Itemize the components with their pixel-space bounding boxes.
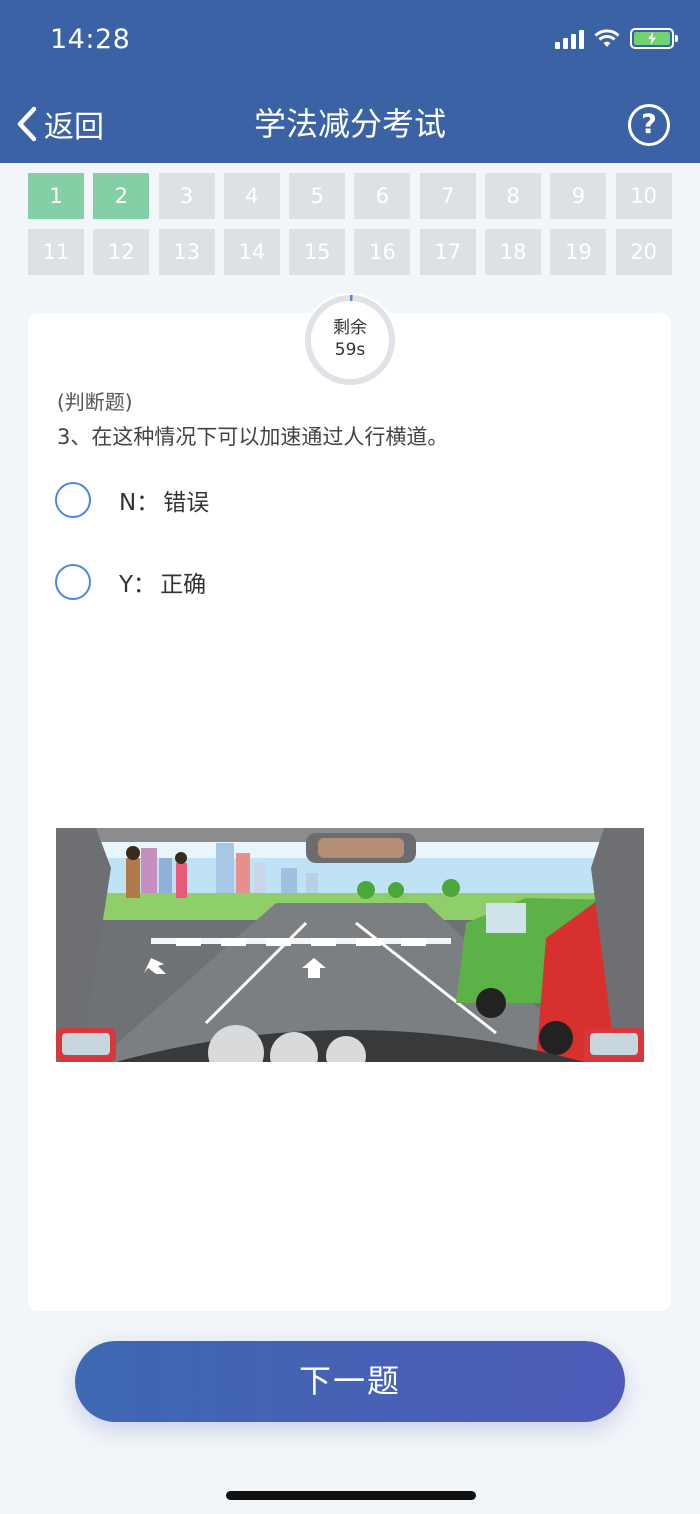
- question-number-7[interactable]: 7: [419, 173, 476, 219]
- radio-button[interactable]: [55, 482, 91, 518]
- wifi-icon: [594, 28, 620, 47]
- battery-charging-icon: [630, 28, 678, 49]
- question-text: 3、在这种情况下可以加速通过人行横道。: [57, 425, 449, 449]
- question-number-8[interactable]: 8: [485, 173, 542, 219]
- question-number-2[interactable]: 2: [93, 173, 150, 219]
- question-number-12[interactable]: 12: [93, 229, 150, 275]
- option-key: Y：: [119, 572, 157, 598]
- question-number-18[interactable]: 18: [485, 229, 542, 275]
- question-number-3[interactable]: 3: [158, 173, 215, 219]
- question-number-6[interactable]: 6: [354, 173, 411, 219]
- status-time: 14:28: [50, 24, 131, 55]
- question-number-20[interactable]: 20: [615, 229, 672, 275]
- page-title: 学法减分考试: [253, 105, 446, 143]
- question-navigator: 1 2 3 4 5 6 7 8 9 10 11 12 13 14 15 16 17 18 19 20: [28, 173, 672, 275]
- next-question-button[interactable]: 下一题: [75, 1341, 625, 1422]
- home-indicator: [226, 1491, 476, 1500]
- question-number-13[interactable]: 13: [158, 229, 215, 275]
- question-number-16[interactable]: 16: [354, 229, 411, 275]
- timer-label: 剩余: [333, 318, 367, 338]
- option-y[interactable]: Y： 正确: [55, 564, 206, 600]
- question-image: [56, 828, 644, 1062]
- option-label: 错误: [163, 490, 210, 516]
- option-n[interactable]: N： 错误: [55, 482, 209, 518]
- question-number-10[interactable]: 10: [615, 173, 672, 219]
- question-number-5[interactable]: 5: [289, 173, 346, 219]
- question-number-1[interactable]: 1: [28, 173, 84, 219]
- back-button[interactable]: 返回: [16, 95, 104, 153]
- cellular-signal-icon: [555, 29, 584, 49]
- option-key: N：: [119, 490, 160, 516]
- status-icons: [555, 28, 678, 49]
- question-number-11[interactable]: 11: [28, 229, 84, 275]
- question-type: (判断题): [57, 390, 133, 414]
- app-header: 14:28 返回 学法减分考试 ?: [0, 0, 700, 163]
- radio-button[interactable]: [55, 564, 91, 600]
- help-button[interactable]: ?: [628, 104, 670, 146]
- nav-bar: 返回 学法减分考试 ?: [0, 95, 700, 153]
- option-label: 正确: [160, 572, 207, 598]
- timer-value: 59s: [334, 340, 366, 360]
- question-number-15[interactable]: 15: [289, 229, 346, 275]
- question-number-4[interactable]: 4: [223, 173, 280, 219]
- question-card: [28, 313, 671, 1311]
- question-number-17[interactable]: 17: [419, 229, 476, 275]
- question-number-9[interactable]: 9: [550, 173, 607, 219]
- back-label: 返回: [44, 110, 104, 145]
- chevron-left-icon: [17, 106, 37, 142]
- question-number-14[interactable]: 14: [223, 229, 280, 275]
- question-number-19[interactable]: 19: [550, 229, 607, 275]
- question-mark-icon: ?: [641, 109, 657, 140]
- countdown-timer: 剩余 59s: [303, 293, 397, 387]
